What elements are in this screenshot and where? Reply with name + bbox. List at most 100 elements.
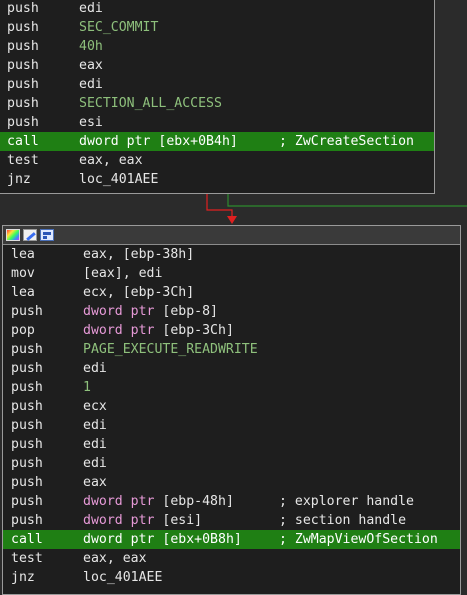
basic-block-map-view[interactable]: lea eax, [ebp-38h] mov [eax], edi lea ecx, [e… — [2, 225, 461, 595]
operand-size-keyword: dword ptr — [83, 513, 155, 528]
palette-icon[interactable] — [6, 229, 20, 241]
instruction-line[interactable]: push edi — [3, 416, 460, 435]
basic-block-create-section[interactable]: push edi push SEC_COMMIT push 40h push eax push e… — [0, 0, 435, 194]
operand[interactable]: edi — [83, 437, 107, 452]
operand[interactable]: edi — [83, 456, 107, 471]
instruction-line[interactable]: push 40h — [0, 37, 434, 56]
operand[interactable]: SEC_COMMIT — [79, 20, 158, 35]
operand[interactable]: edi — [83, 418, 107, 433]
instruction-line[interactable]: test eax, eax — [0, 151, 434, 170]
instruction-line[interactable]: push esi — [0, 113, 434, 132]
comment: ; explorer handle — [279, 494, 414, 509]
mnemonic[interactable]: push — [7, 56, 79, 75]
instruction-line[interactable]: push 1 — [3, 378, 460, 397]
mnemonic[interactable]: push — [7, 75, 79, 94]
operand[interactable]: [ebp-8] — [162, 304, 218, 319]
false-branch-arrow-icon — [227, 216, 237, 224]
instruction-line[interactable]: lea eax, [ebp-38h] — [3, 245, 460, 264]
operand-size-keyword: dword ptr — [83, 494, 155, 509]
operand[interactable]: eax — [79, 58, 103, 73]
instruction-line[interactable]: push eax — [0, 56, 434, 75]
operand[interactable]: eax, [ebp-38h] — [83, 247, 194, 262]
mnemonic[interactable]: push — [7, 94, 79, 113]
instruction-line[interactable]: push SECTION_ALL_ACCESS — [0, 94, 434, 113]
graph-icon[interactable] — [40, 229, 54, 241]
instruction-line[interactable]: push dword ptr [ebp-8] — [3, 302, 460, 321]
mnemonic[interactable]: jnz — [11, 568, 83, 587]
operand[interactable]: [ebp-3Ch] — [162, 323, 233, 338]
comment: ; section handle — [279, 513, 407, 528]
mnemonic[interactable]: jnz — [7, 170, 79, 189]
instruction-line[interactable]: push ecx — [3, 397, 460, 416]
comment: ; ZwMapViewOfSection — [279, 532, 438, 547]
operand[interactable]: eax, eax — [83, 551, 147, 566]
operand[interactable]: [ebp-48h] — [162, 494, 233, 509]
instruction-line[interactable]: call dword ptr [ebx+0B4h] ; ZwCreateSecti… — [0, 132, 434, 151]
instruction-line[interactable]: jnz loc_401AEE — [3, 568, 460, 587]
operand[interactable]: loc_401AEE — [83, 570, 162, 585]
instruction-line[interactable]: jnz loc_401AEE — [0, 170, 434, 189]
instruction-line[interactable]: push eax — [3, 473, 460, 492]
mnemonic[interactable]: call — [11, 530, 83, 549]
instruction-line[interactable]: lea ecx, [ebp-3Ch] — [3, 283, 460, 302]
operand[interactable]: loc_401AEE — [79, 172, 158, 187]
mnemonic[interactable]: push — [11, 340, 83, 359]
instruction-line[interactable]: push edi — [3, 359, 460, 378]
mnemonic[interactable]: mov — [11, 264, 83, 283]
operand[interactable]: esi — [79, 115, 103, 130]
operand[interactable]: eax — [83, 475, 107, 490]
mnemonic[interactable]: push — [11, 492, 83, 511]
operand[interactable]: ecx, [ebp-3Ch] — [83, 285, 194, 300]
operand[interactable]: edi — [79, 77, 103, 92]
mnemonic[interactable]: push — [7, 18, 79, 37]
mnemonic[interactable]: push — [11, 397, 83, 416]
mnemonic[interactable]: push — [11, 435, 83, 454]
operand-size-keyword: dword ptr — [83, 323, 155, 338]
block1-instructions: push edi push SEC_COMMIT push 40h push eax push e… — [0, 0, 434, 189]
instruction-line[interactable]: mov [eax], edi — [3, 264, 460, 283]
mnemonic[interactable]: lea — [11, 283, 83, 302]
mnemonic[interactable]: push — [11, 473, 83, 492]
false-branch-edge — [206, 193, 233, 218]
mnemonic[interactable]: push — [11, 378, 83, 397]
mnemonic[interactable]: push — [7, 37, 79, 56]
instruction-line[interactable]: call dword ptr [ebx+0B8h] ; ZwMapViewOfSe… — [3, 530, 460, 549]
operand[interactable]: [esi] — [162, 513, 202, 528]
operand[interactable]: [eax], edi — [83, 266, 162, 281]
instruction-line[interactable]: push edi — [0, 75, 434, 94]
mnemonic[interactable]: test — [11, 549, 83, 568]
operand[interactable]: 40h — [79, 39, 103, 54]
instruction-line[interactable]: push edi — [3, 435, 460, 454]
operand[interactable]: ecx — [83, 399, 107, 414]
operand[interactable]: eax, eax — [79, 153, 143, 168]
instruction-line[interactable]: push edi — [3, 454, 460, 473]
mnemonic[interactable]: pop — [11, 321, 83, 340]
instruction-line[interactable]: push edi — [0, 0, 434, 18]
mnemonic[interactable]: push — [11, 416, 83, 435]
mnemonic[interactable]: call — [7, 132, 79, 151]
mnemonic[interactable]: test — [7, 151, 79, 170]
edit-icon[interactable] — [23, 229, 37, 241]
mnemonic[interactable]: push — [7, 113, 79, 132]
operand[interactable]: edi — [83, 361, 107, 376]
operand[interactable]: 1 — [83, 380, 91, 395]
instruction-line[interactable]: push dword ptr [ebp-48h] ; explorer handl… — [3, 492, 460, 511]
block2-instructions: lea eax, [ebp-38h] mov [eax], edi lea ecx, [e… — [3, 245, 460, 587]
operand[interactable]: edi — [79, 1, 103, 16]
mnemonic[interactable]: push — [11, 511, 83, 530]
instruction-line[interactable]: test eax, eax — [3, 549, 460, 568]
mnemonic[interactable]: push — [11, 302, 83, 321]
mnemonic[interactable]: lea — [11, 245, 83, 264]
instruction-line[interactable]: pop dword ptr [ebp-3Ch] — [3, 321, 460, 340]
operand[interactable]: SECTION_ALL_ACCESS — [79, 96, 222, 111]
instruction-line[interactable]: push dword ptr [esi] ; section handle — [3, 511, 460, 530]
operand-size-keyword: dword ptr — [83, 532, 155, 547]
instruction-line[interactable]: push SEC_COMMIT — [0, 18, 434, 37]
mnemonic[interactable]: push — [7, 0, 79, 18]
instruction-line[interactable]: push PAGE_EXECUTE_READWRITE — [3, 340, 460, 359]
operand[interactable]: [ebx+0B4h] — [158, 134, 237, 149]
operand[interactable]: [ebx+0B8h] — [162, 532, 241, 547]
operand[interactable]: PAGE_EXECUTE_READWRITE — [83, 342, 258, 357]
mnemonic[interactable]: push — [11, 454, 83, 473]
mnemonic[interactable]: push — [11, 359, 83, 378]
